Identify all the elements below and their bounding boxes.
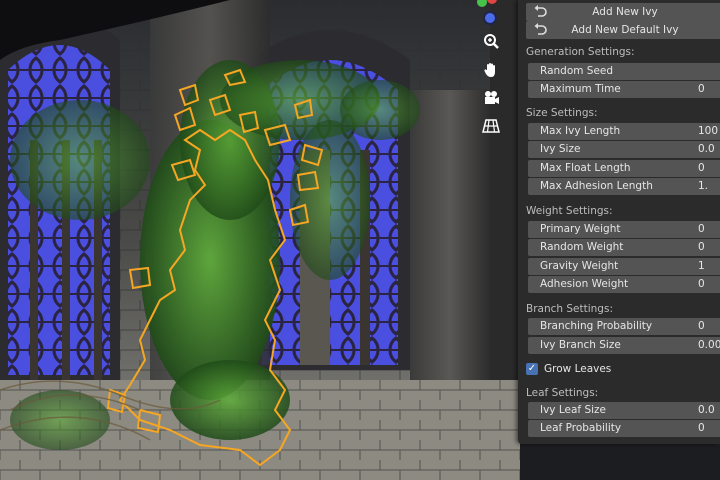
add-new-ivy-label: Add New Ivy — [592, 6, 658, 18]
perspective-toggle-button[interactable] — [478, 114, 504, 138]
max-adhesion-length-field[interactable]: Max Adhesion Length 1. — [528, 178, 720, 195]
random-seed-field[interactable]: Random Seed — [528, 63, 720, 80]
ivy-generator-panel: Add New Ivy Add New Default Ivy Generati… — [518, 0, 720, 444]
adhesion-weight-field[interactable]: Adhesion Weight 0 — [528, 276, 720, 293]
maximum-time-field[interactable]: Maximum Time 0 — [528, 81, 720, 98]
max-ivy-length-field[interactable]: Max Ivy Length 100 — [528, 123, 720, 140]
viewport-navigation — [474, 0, 508, 150]
grid-icon — [482, 119, 500, 133]
leaf-probability-field[interactable]: Leaf Probability 0 — [528, 420, 720, 437]
size-settings-header: Size Settings: — [526, 107, 598, 119]
grow-leaves-label: Grow Leaves — [544, 363, 612, 375]
add-new-default-ivy-button[interactable]: Add New Default Ivy — [526, 21, 720, 39]
camera-view-button[interactable] — [478, 86, 504, 110]
axis-z-blue-icon — [483, 11, 497, 25]
axis-y-green-icon — [477, 0, 487, 7]
generation-settings-header: Generation Settings: — [526, 46, 635, 58]
zoom-icon — [484, 34, 499, 49]
max-float-length-field[interactable]: Max Float Length 0 — [528, 160, 720, 177]
add-new-ivy-button[interactable]: Add New Ivy — [526, 3, 720, 21]
branching-probability-field[interactable]: Branching Probability 0 — [528, 318, 720, 335]
branch-settings-header: Branch Settings: — [526, 303, 613, 315]
primary-weight-field[interactable]: Primary Weight 0 — [528, 221, 720, 238]
gravity-weight-field[interactable]: Gravity Weight 1 — [528, 258, 720, 275]
axis-gizmo[interactable] — [474, 0, 508, 30]
leaf-settings-header: Leaf Settings: — [526, 387, 599, 399]
random-weight-field[interactable]: Random Weight 0 — [528, 239, 720, 256]
pan-button[interactable] — [478, 58, 504, 82]
zoom-button[interactable] — [478, 30, 504, 54]
ivy-leaf-size-field[interactable]: Ivy Leaf Size 0.0 — [528, 402, 720, 419]
axis-x-red-icon — [487, 0, 497, 4]
grow-leaves-checkbox[interactable]: ✓ Grow Leaves — [526, 361, 611, 377]
weight-settings-header: Weight Settings: — [526, 205, 613, 217]
hand-pan-icon — [484, 63, 495, 77]
checkmark-icon: ✓ — [526, 363, 538, 375]
undo-arrow-icon — [534, 5, 547, 17]
ivy-size-field[interactable]: Ivy Size 0.0 — [528, 141, 720, 158]
ivy-branch-size-field[interactable]: Ivy Branch Size 0.00 — [528, 337, 720, 354]
camera-icon — [485, 91, 499, 104]
add-new-default-ivy-label: Add New Default Ivy — [571, 24, 679, 36]
undo-arrow-icon — [534, 23, 547, 35]
